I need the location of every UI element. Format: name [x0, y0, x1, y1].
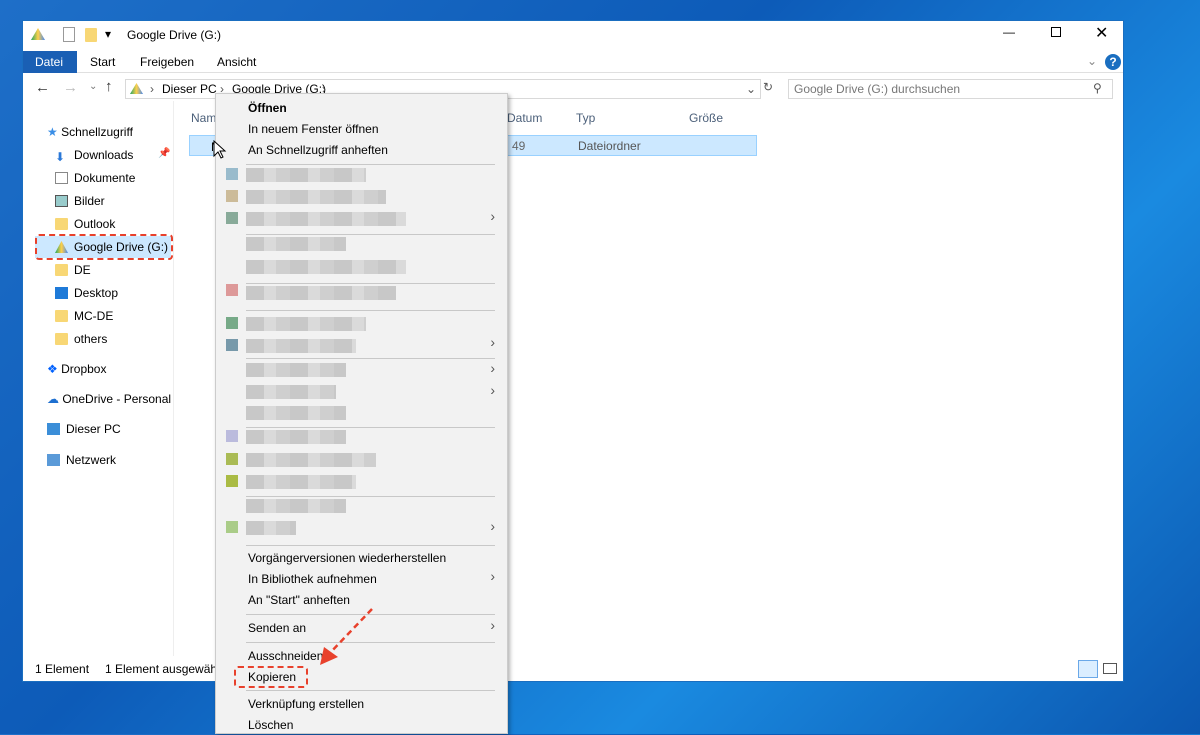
large-icons-view-button[interactable]	[1103, 663, 1117, 674]
forward-button[interactable]: →	[63, 79, 78, 96]
column-date[interactable]: Datum	[507, 111, 542, 125]
file-date: 49	[512, 139, 526, 153]
nav-outlook[interactable]: Outlook	[55, 213, 115, 235]
maximize-button[interactable]	[1051, 27, 1061, 37]
nav-dokumente[interactable]: Dokumente	[55, 167, 135, 189]
nav-downloads[interactable]: ⬇ Downloads	[55, 144, 133, 166]
status-selected: 1 Element ausgewählt	[105, 662, 224, 676]
menu-pin-quick-access[interactable]: An Schnellzugriff anheften	[248, 140, 388, 160]
tab-datei[interactable]: Datei	[23, 51, 77, 73]
menu-restore-previous-versions[interactable]: Vorgängerversionen wiederherstellen	[248, 548, 446, 568]
menu-new-window[interactable]: In neuem Fenster öffnen	[248, 119, 379, 139]
google-drive-icon	[31, 28, 45, 40]
refresh-button[interactable]: ↻	[763, 80, 773, 94]
nav-onedrive[interactable]: ☁ OneDrive - Personal	[47, 388, 171, 410]
highlight-copy	[234, 666, 308, 688]
nav-dropbox[interactable]: ❖ Dropbox	[47, 358, 106, 380]
details-view-button[interactable]	[1078, 660, 1098, 678]
menu-delete[interactable]: Löschen	[248, 715, 293, 735]
breadcrumb-dieser-pc[interactable]: Dieser PC	[162, 82, 217, 96]
tab-freigeben[interactable]: Freigeben	[128, 51, 206, 73]
new-folder-icon[interactable]	[85, 28, 97, 42]
back-button[interactable]: ←	[35, 79, 50, 96]
close-button[interactable]: ✕	[1095, 23, 1108, 43]
menu-create-shortcut[interactable]: Verknüpfung erstellen	[248, 694, 364, 714]
google-drive-icon	[130, 83, 143, 94]
nav-netzwerk[interactable]: Netzwerk	[47, 449, 116, 471]
nav-mc-de[interactable]: MC-DE	[55, 305, 113, 327]
recent-dropdown[interactable]: ⌄	[89, 81, 97, 92]
customize-toolbar-icon[interactable]: ▾	[105, 27, 111, 41]
mouse-cursor-icon	[213, 140, 227, 159]
explorer-window: ▾ Google Drive (G:) — ✕ Datei Start Frei…	[22, 20, 1124, 682]
properties-icon[interactable]	[63, 27, 75, 42]
nav-de[interactable]: DE	[55, 259, 91, 281]
nav-schnellzugriff[interactable]: ★ Schnellzugriff	[47, 121, 133, 143]
tab-ansicht[interactable]: Ansicht	[205, 51, 268, 73]
search-input[interactable]: Google Drive (G:) durchsuchen	[788, 79, 1113, 99]
nav-dieser-pc[interactable]: Dieser PC	[47, 418, 121, 440]
expand-ribbon-icon[interactable]: ⌄	[1087, 54, 1097, 68]
file-type: Dateiordner	[578, 139, 641, 153]
window-title: Google Drive (G:)	[127, 28, 222, 42]
column-type[interactable]: Typ	[576, 111, 595, 125]
column-size[interactable]: Größe	[689, 111, 723, 125]
title-bar: ▾ Google Drive (G:) — ✕	[23, 21, 1123, 49]
help-icon[interactable]: ?	[1105, 54, 1121, 70]
minimize-button[interactable]: —	[1003, 25, 1015, 39]
status-count: 1 Element	[35, 662, 90, 676]
annotation-arrow-icon	[320, 608, 373, 665]
address-dropdown[interactable]: ⌄	[746, 82, 756, 96]
nav-desktop[interactable]: Desktop	[55, 282, 118, 304]
highlight-google-drive	[35, 234, 173, 260]
menu-include-in-library[interactable]: In Bibliothek aufnehmen	[248, 569, 377, 589]
nav-others[interactable]: others	[55, 328, 107, 350]
ribbon-tabs: Datei Start Freigeben Ansicht ⌄ ?	[23, 51, 1123, 73]
search-icon: ⚲	[1093, 81, 1102, 95]
tab-start[interactable]: Start	[78, 51, 127, 73]
up-button[interactable]: ↑	[105, 78, 113, 95]
status-bar: 1 Element 1 Element ausgewählt	[23, 657, 1123, 681]
menu-open[interactable]: Öffnen	[248, 98, 287, 118]
nav-bilder[interactable]: Bilder	[55, 190, 105, 212]
menu-send-to[interactable]: Senden an	[248, 618, 306, 638]
